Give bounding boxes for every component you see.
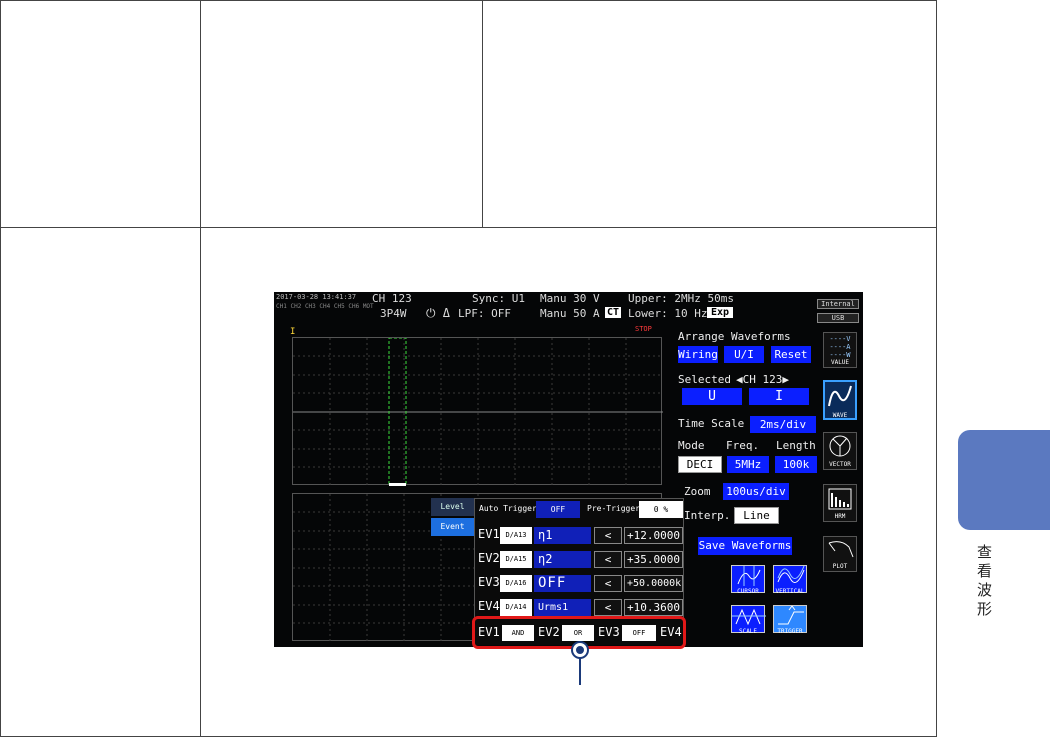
cursor-label: CURSOR (737, 588, 759, 595)
interp-label: Interp. (684, 509, 731, 522)
reset-button[interactable]: Reset (771, 346, 811, 363)
event-comparator[interactable]: < (594, 527, 622, 544)
tab-event[interactable]: Event (431, 518, 474, 536)
wiring-button[interactable]: Wiring (678, 346, 718, 363)
wave-glyph (828, 385, 852, 407)
vertical-icon[interactable]: VERTICAL (773, 565, 807, 595)
pre-trigger-label: Pre-Trigger (587, 504, 640, 513)
time-scale-label: Time Scale (678, 417, 745, 430)
table-divider (482, 0, 483, 228)
waveform-graph[interactable] (292, 337, 663, 486)
nav-plot-label: PLOT (832, 563, 848, 570)
length-label: Length (776, 439, 816, 452)
datetime: 2017-03-28 13:41:37 (276, 293, 357, 301)
auto-trigger-label: Auto Trigger (479, 504, 537, 513)
event-parameter[interactable]: OFF (534, 575, 591, 592)
ui-button[interactable]: U/I (724, 346, 764, 363)
plot-glyph (828, 541, 854, 558)
interp-value[interactable]: Line (734, 507, 779, 524)
event-parameter[interactable]: η1 (534, 527, 591, 544)
mode-value[interactable]: DECI (678, 456, 722, 473)
hrm-glyph (828, 488, 852, 510)
pre-trigger-value[interactable]: 0 % (639, 501, 683, 518)
event-source[interactable]: D/A13 (500, 527, 532, 544)
time-scale-value[interactable]: 2ms/div (750, 416, 816, 433)
instrument-screen: 2017-03-28 13:41:37 CH1 CH2 CH3 CH4 CH5 … (274, 292, 863, 647)
selected-channel[interactable]: ◀CH 123▶ (736, 373, 789, 386)
u-button[interactable]: U (682, 388, 742, 405)
cursor-icon[interactable]: CURSOR (731, 565, 765, 595)
lpf-label: LPF: OFF (458, 307, 511, 320)
i-button[interactable]: I (749, 388, 809, 405)
wiring-label: 3P4W (380, 307, 407, 320)
channel-grid: CH1 CH2 CH3 CH4 CH5 CH6 MOT (276, 303, 374, 310)
upper-filter: Upper: 2MHz 50ms (628, 292, 734, 305)
event-parameter[interactable]: Urms1 (534, 599, 591, 616)
save-waveforms-button[interactable]: Save Waveforms (698, 537, 792, 555)
trigger-icon[interactable]: TRIGGER (773, 605, 807, 635)
section-tab (958, 430, 1050, 530)
event-source[interactable]: D/A14 (500, 599, 532, 616)
storage-internal: Internal (817, 299, 859, 309)
waveform-grid (293, 338, 663, 486)
trigger-label: TRIGGER (777, 628, 803, 635)
nav-plot-icon[interactable]: PLOT (823, 536, 857, 572)
event-comparator[interactable]: < (594, 599, 622, 616)
event-threshold[interactable]: +10.3600 (624, 599, 683, 616)
event-comparator[interactable]: < (594, 575, 622, 592)
cursor-glyph (737, 566, 761, 586)
storage-usb: USB (817, 313, 859, 323)
vertical-label: VERTICAL (775, 588, 805, 595)
current-range: Manu 50 A (540, 307, 600, 320)
freq-value[interactable]: 5MHz (727, 456, 769, 473)
nav-value-icon[interactable]: ----V ----A ----W VALUE (823, 332, 857, 368)
scale-glyph (732, 608, 766, 626)
tab-level[interactable]: Level (431, 498, 474, 516)
channel-label: CH 123 (372, 292, 412, 305)
stop-indicator: STOP (635, 325, 652, 333)
nav-wave-icon[interactable]: WAVE (823, 380, 857, 420)
cursor-marker: I (290, 327, 296, 337)
event-parameter[interactable]: η2 (534, 551, 591, 568)
exp-badge: Exp (707, 307, 734, 318)
event-name: EV4 (478, 599, 500, 613)
scale-icon[interactable]: SCALE (731, 605, 766, 635)
power-icon: ⏻ Δ (426, 306, 450, 320)
sync-label: Sync: U1 (472, 292, 525, 305)
nav-vector-icon[interactable]: VECTOR (823, 432, 857, 470)
freq-label: Freq. (726, 439, 760, 452)
table-divider (200, 0, 201, 737)
selected-label: Selected (678, 373, 731, 386)
length-value[interactable]: 100k (775, 456, 817, 473)
event-source[interactable]: D/A15 (500, 551, 532, 568)
nav-hrm-icon[interactable]: HRM (823, 484, 857, 522)
event-name: EV2 (478, 551, 500, 565)
callout-dot (573, 643, 587, 657)
event-comparator[interactable]: < (594, 551, 622, 568)
nav-hrm-label: HRM (834, 513, 846, 520)
event-threshold[interactable]: +12.0000 (624, 527, 683, 544)
vertical-glyph (777, 565, 805, 583)
nav-wave-label: WAVE (832, 412, 848, 419)
event-name: EV3 (478, 575, 500, 589)
lower-filter: Lower: 10 Hz (628, 307, 708, 320)
table-divider (0, 227, 937, 228)
nav-value-label: VALUE (830, 359, 850, 366)
zoom-label: Zoom (684, 485, 711, 498)
event-name: EV1 (478, 527, 500, 541)
trigger-glyph (778, 605, 804, 625)
auto-trigger-button[interactable]: OFF (536, 501, 580, 518)
nav-vector-label: VECTOR (829, 461, 851, 468)
mode-label: Mode (678, 439, 705, 452)
event-source[interactable]: D/A16 (500, 575, 532, 592)
arrange-title: Arrange Waveforms (678, 330, 791, 343)
voltage-range: Manu 30 V (540, 292, 600, 305)
zoom-value[interactable]: 100us/div (723, 483, 789, 500)
scale-label: SCALE (738, 628, 758, 635)
ct-badge: CT (605, 307, 622, 318)
section-label: 查看波形 (977, 543, 993, 618)
event-threshold[interactable]: +35.0000 (624, 551, 683, 568)
event-threshold[interactable]: +50.0000k (624, 575, 683, 592)
vector-glyph (829, 435, 851, 457)
